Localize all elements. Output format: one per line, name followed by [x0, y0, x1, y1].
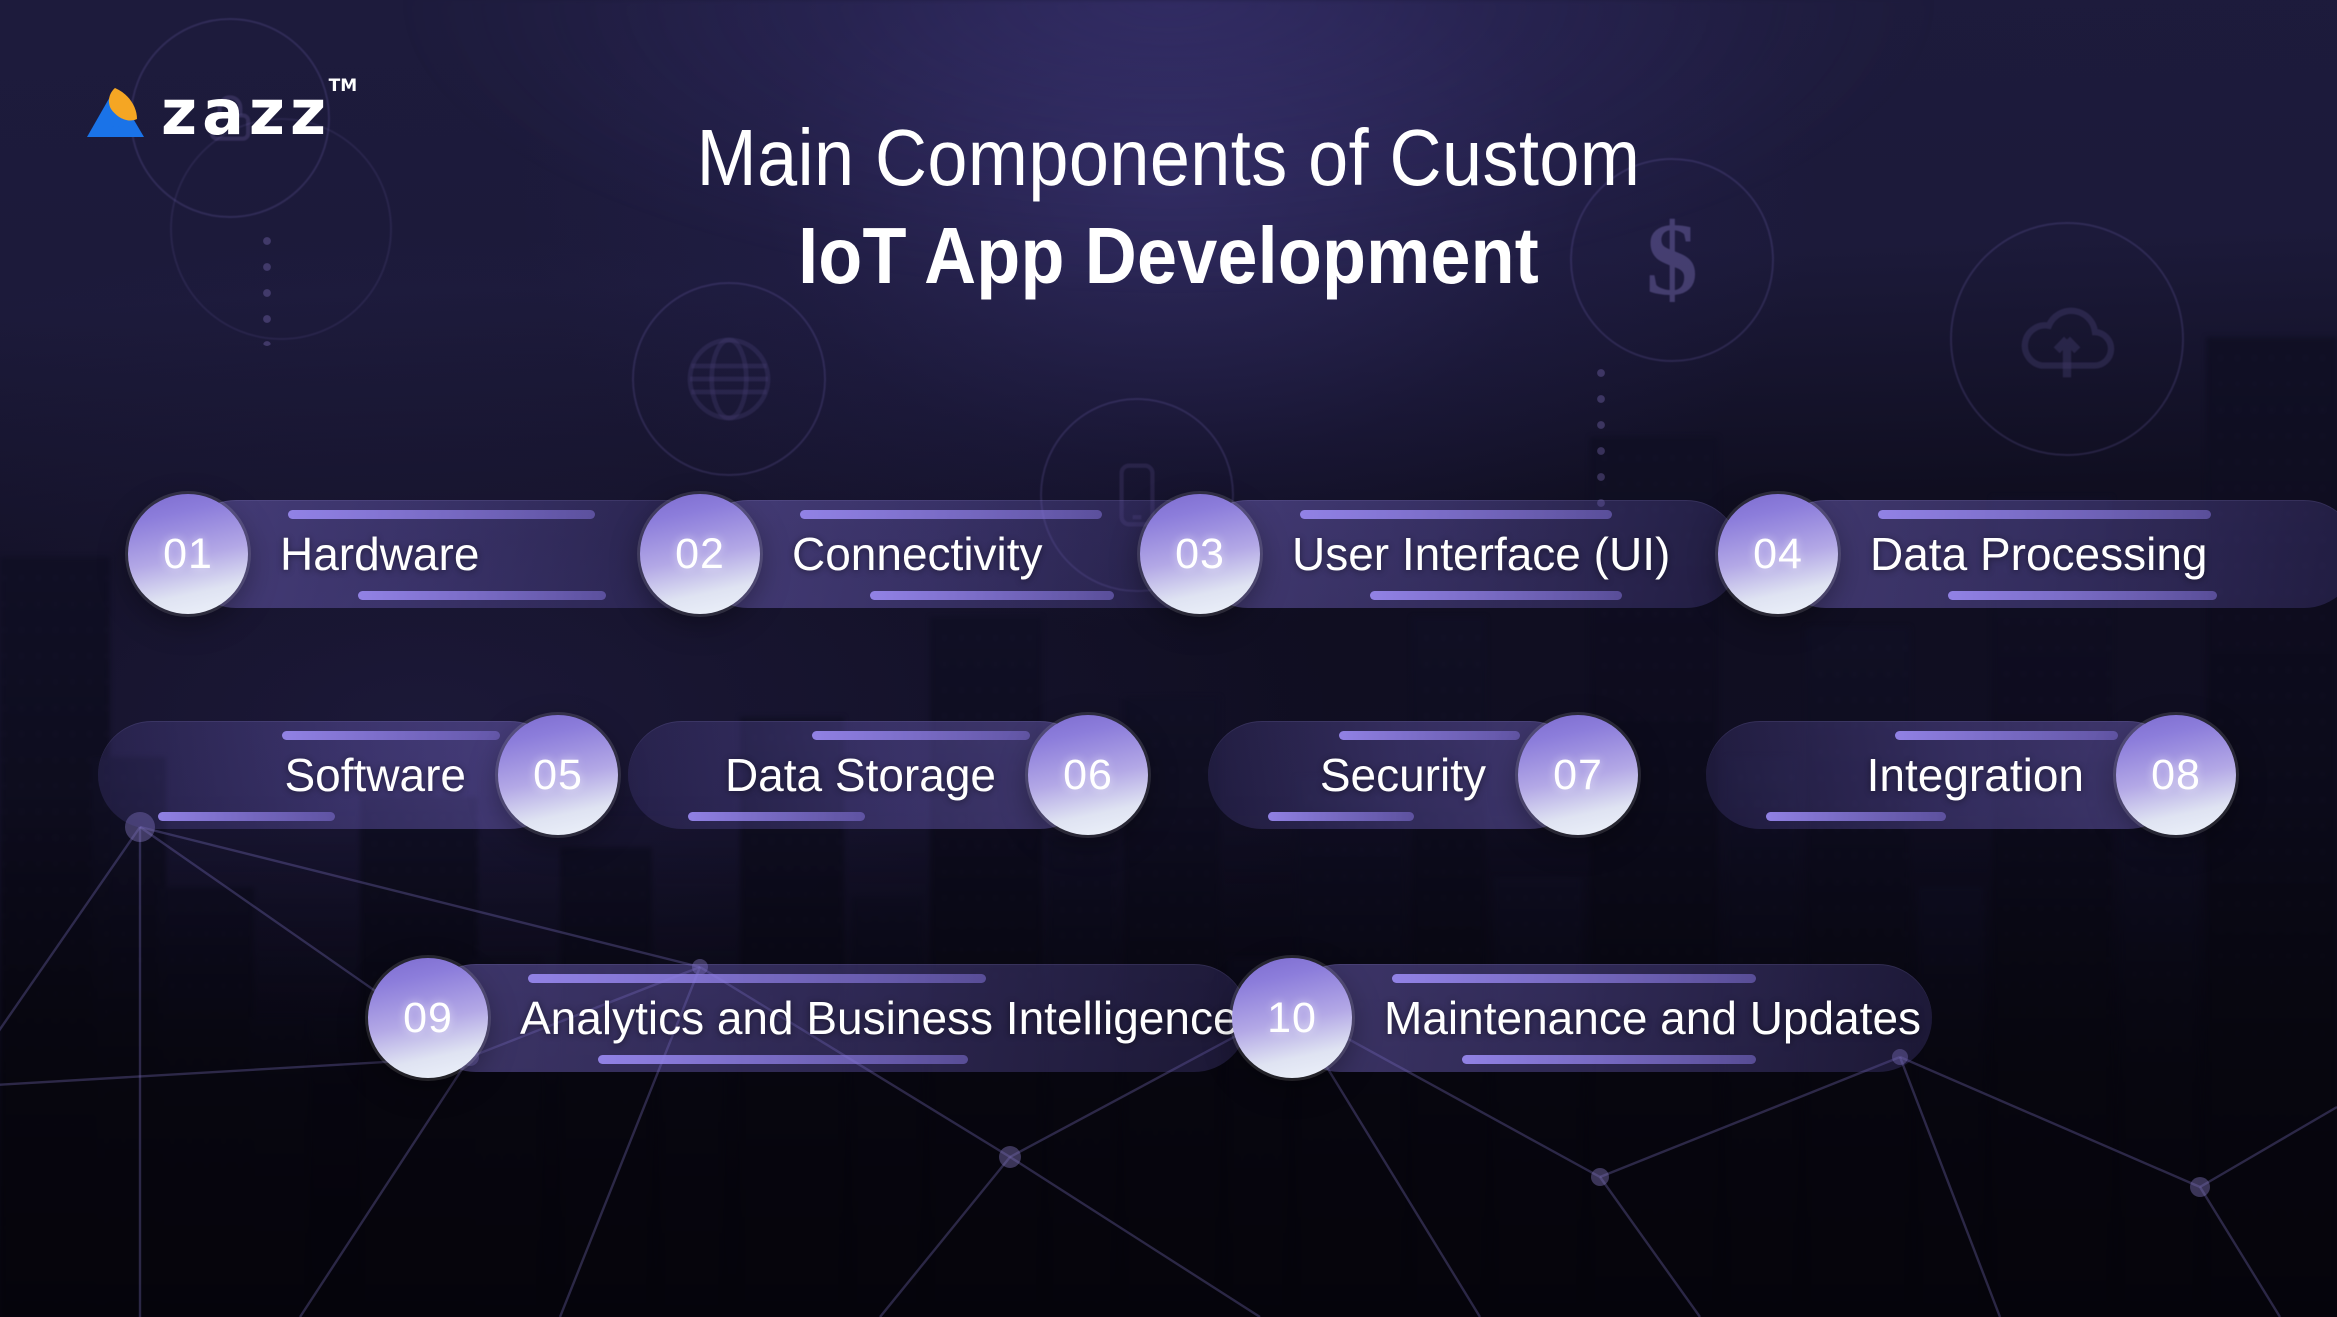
accent-line-top — [812, 731, 1030, 740]
component-label: Analytics and Business Intelligence — [520, 992, 1239, 1044]
component-item-08[interactable]: 08 Integration — [1706, 715, 2236, 835]
accent-line-bottom — [870, 591, 1114, 600]
component-number: 03 — [1175, 529, 1225, 578]
page-title: Main Components of Custom IoT App Develo… — [0, 113, 2337, 301]
component-label: Maintenance and Updates — [1384, 992, 1922, 1044]
component-number: 10 — [1267, 993, 1317, 1042]
accent-line-top — [1300, 510, 1612, 519]
component-label: Data Processing — [1870, 528, 2208, 580]
component-item-02[interactable]: 02 Connectivity — [640, 494, 1220, 614]
component-number-badge: 01 — [128, 494, 248, 614]
accent-line-bottom — [158, 812, 335, 821]
accent-line-bottom — [358, 591, 606, 600]
component-label: Data Storage — [724, 749, 996, 801]
component-item-09[interactable]: 09 Analytics and Business Intelligence — [368, 958, 1248, 1078]
component-number-badge: 04 — [1718, 494, 1838, 614]
component-label: Connectivity — [792, 528, 1043, 580]
component-number: 04 — [1753, 529, 1803, 578]
component-number-badge: 06 — [1028, 715, 1148, 835]
component-number: 02 — [675, 529, 725, 578]
accent-line-top — [1392, 974, 1756, 983]
accent-line-top — [1895, 731, 2118, 740]
accent-line-top — [1339, 731, 1520, 740]
accent-line-bottom — [1948, 591, 2217, 600]
component-number: 08 — [2151, 750, 2201, 799]
component-number-badge: 10 — [1232, 958, 1352, 1078]
accent-line-bottom — [1766, 812, 1946, 821]
component-number-badge: 02 — [640, 494, 760, 614]
component-item-10[interactable]: 10 Maintenance and Updates — [1232, 958, 1932, 1078]
component-label: Software — [284, 749, 466, 801]
accent-line-top — [800, 510, 1102, 519]
component-item-01[interactable]: 01 Hardware — [128, 494, 718, 614]
component-number: 01 — [163, 529, 213, 578]
component-number-badge: 05 — [498, 715, 618, 835]
accent-line-top — [282, 731, 500, 740]
trademark-symbol: TM — [328, 76, 358, 96]
accent-line-top — [528, 974, 986, 983]
component-item-04[interactable]: 04 Data Processing — [1718, 494, 2337, 614]
title-line-1: Main Components of Custom — [696, 113, 1641, 202]
accent-line-bottom — [598, 1055, 968, 1064]
signal-dots-2 — [1596, 360, 1606, 510]
component-item-05[interactable]: 05 Software — [98, 715, 618, 835]
globe-icon — [632, 282, 826, 476]
accent-line-bottom — [688, 812, 865, 821]
title-line-2: IoT App Development — [798, 211, 1539, 301]
component-label: Hardware — [280, 528, 480, 580]
component-item-06[interactable]: 06 Data Storage — [628, 715, 1148, 835]
component-label: Integration — [1866, 749, 2084, 801]
component-number: 06 — [1063, 750, 1113, 799]
component-label: User Interface (UI) — [1292, 528, 1671, 580]
component-number: 09 — [403, 993, 453, 1042]
component-number: 05 — [533, 750, 583, 799]
accent-line-bottom — [1370, 591, 1622, 600]
accent-line-top — [1878, 510, 2211, 519]
accent-line-bottom — [1462, 1055, 1756, 1064]
component-number: 07 — [1553, 750, 1603, 799]
component-item-07[interactable]: 07 Security — [1208, 715, 1638, 835]
accent-line-bottom — [1268, 812, 1414, 821]
accent-line-top — [288, 510, 595, 519]
infographic-canvas: $ zazz TM Main Components of Custom IoT … — [0, 0, 2337, 1317]
component-number-badge: 09 — [368, 958, 488, 1078]
component-number-badge: 08 — [2116, 715, 2236, 835]
component-label: Security — [1319, 749, 1486, 801]
component-item-03[interactable]: 03 User Interface (UI) — [1140, 494, 1740, 614]
component-number-badge: 07 — [1518, 715, 1638, 835]
component-number-badge: 03 — [1140, 494, 1260, 614]
